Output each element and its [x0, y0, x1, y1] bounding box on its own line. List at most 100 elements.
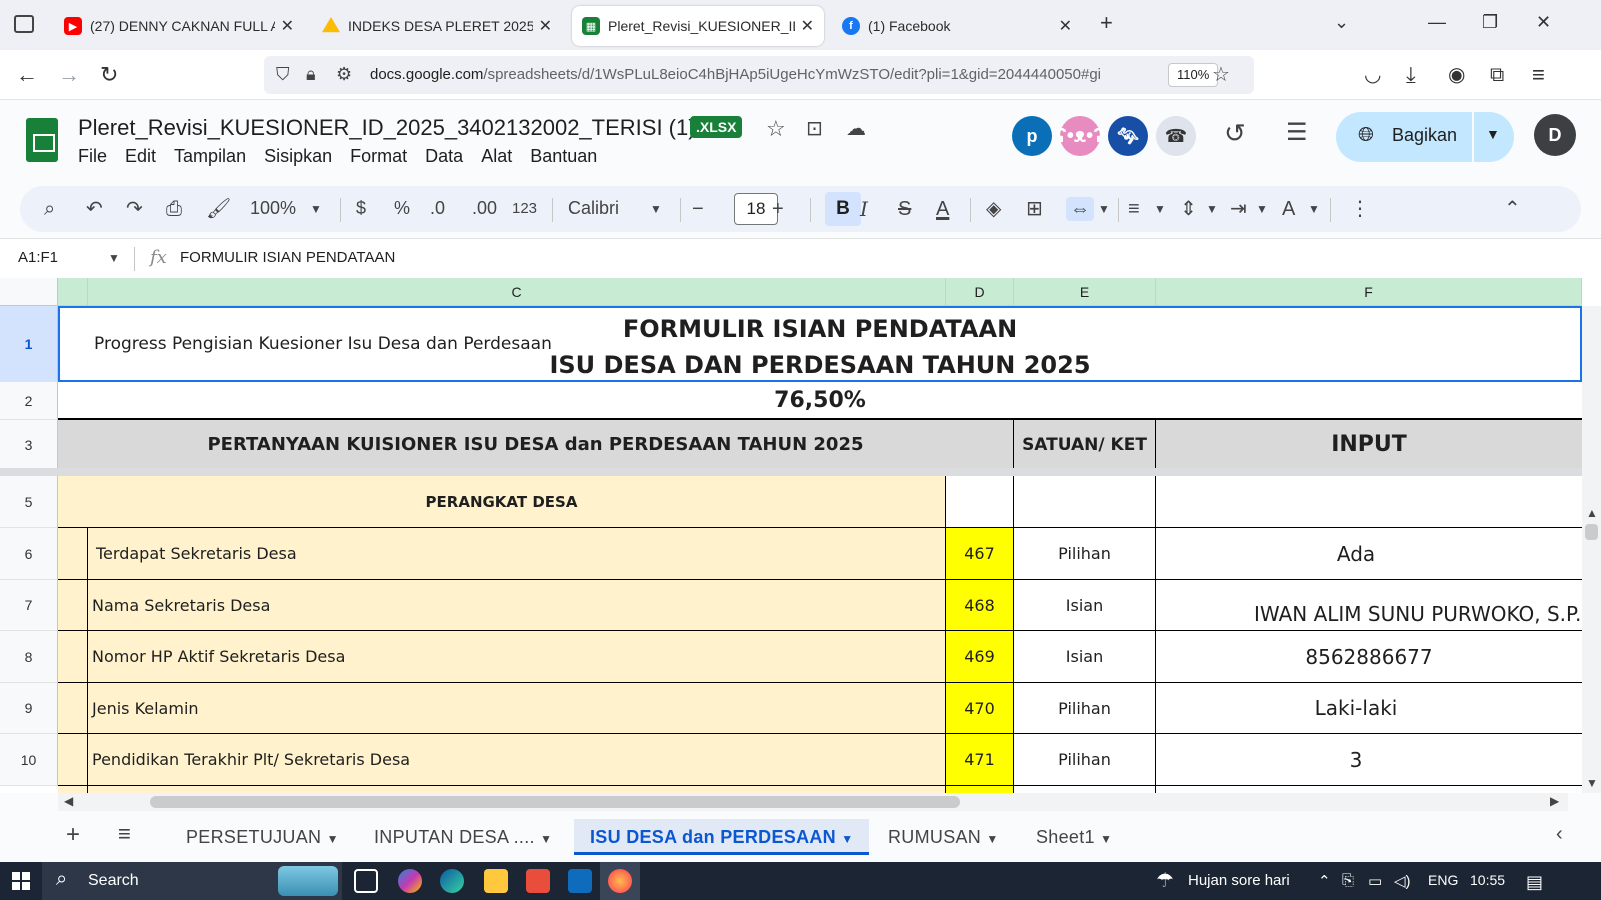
- progress-label-cell[interactable]: Progress Pengisian Kuesioner Isu Desa da…: [94, 306, 564, 382]
- column-header-hidden[interactable]: [58, 278, 88, 306]
- sheet-tab-inputan-desa[interactable]: INPUTAN DESA .... ▼: [358, 819, 568, 855]
- column-header-e[interactable]: E: [1014, 278, 1156, 306]
- forward-arrow-icon[interactable]: →: [58, 62, 80, 88]
- currency-format-button[interactable]: $: [356, 198, 366, 219]
- menu-view[interactable]: Tampilan: [174, 146, 246, 167]
- increase-decimal-button[interactable]: .00: [472, 198, 497, 219]
- new-tab-button[interactable]: +: [1100, 10, 1113, 36]
- name-box[interactable]: A1:F1: [18, 249, 58, 266]
- borders-icon[interactable]: ⊞: [1026, 197, 1043, 221]
- collaborator-avatar[interactable]: ʕ•ᴥ•ʔ: [1056, 116, 1104, 156]
- menu-edit[interactable]: Edit: [125, 146, 156, 167]
- user-avatar[interactable]: D: [1534, 114, 1576, 156]
- sheet-menu-icon[interactable]: ▼: [1100, 832, 1112, 846]
- download-icon[interactable]: ⤓: [1406, 62, 1416, 88]
- section-cell[interactable]: PERANGKAT DESA: [58, 476, 946, 528]
- horizontal-align-icon[interactable]: ≡: [1128, 197, 1140, 221]
- pocket-icon[interactable]: ◡: [1364, 62, 1381, 88]
- grid-cell[interactable]: [1014, 476, 1156, 528]
- vertical-align-icon[interactable]: ⇕: [1180, 197, 1197, 221]
- weather-text[interactable]: Hujan sore hari: [1188, 872, 1290, 889]
- tab-list-chevron-icon[interactable]: ⌄: [1334, 12, 1349, 33]
- input-cell[interactable]: IWAN ALIM SUNU PURWOKO, S.P.: [1156, 580, 1582, 631]
- menu-data[interactable]: Data: [425, 146, 463, 167]
- unit-cell[interactable]: Pilihan: [1014, 683, 1156, 734]
- vertical-scrollbar[interactable]: ▲ ▼: [1582, 306, 1601, 793]
- input-cell[interactable]: Laki-laki: [1156, 683, 1582, 734]
- menu-file[interactable]: File: [78, 146, 107, 167]
- column-header-d[interactable]: D: [946, 278, 1014, 306]
- row-header-1[interactable]: 1: [0, 306, 58, 382]
- column-header-f[interactable]: F: [1156, 278, 1582, 306]
- align-dropdown-icon[interactable]: ▼: [1154, 202, 1166, 216]
- scroll-down-icon[interactable]: ▼: [1586, 776, 1598, 790]
- browser-tab-sheets[interactable]: ▦ Pleret_Revisi_KUESIONER_ID_20 ✕: [572, 6, 824, 46]
- question-cell[interactable]: Jenis Kelamin: [88, 683, 946, 734]
- rotation-dropdown-icon[interactable]: ▼: [1308, 202, 1320, 216]
- unit-cell[interactable]: Pilihan: [1014, 734, 1156, 786]
- copilot-icon[interactable]: [398, 869, 422, 893]
- merge-dropdown-icon[interactable]: ▼: [1098, 202, 1110, 216]
- lock-icon[interactable]: 🔒︎: [306, 64, 316, 85]
- grid-cell[interactable]: [1156, 476, 1582, 528]
- row-header-5[interactable]: 5: [0, 476, 58, 528]
- scroll-left-icon[interactable]: ◀: [64, 794, 73, 808]
- file-explorer-icon[interactable]: [484, 869, 508, 893]
- code-cell[interactable]: 467: [946, 528, 1014, 580]
- close-window-button[interactable]: ✕: [1536, 12, 1551, 33]
- redo-icon[interactable]: ↷: [126, 197, 143, 221]
- text-color-button[interactable]: A: [936, 197, 949, 221]
- sheets-logo-icon[interactable]: [26, 118, 58, 162]
- scroll-right-icon[interactable]: ▶: [1550, 794, 1559, 808]
- unit-cell[interactable]: Pilihan: [1014, 528, 1156, 580]
- browser-tab-drive[interactable]: INDEKS DESA PLERET 2025 - Go ✕: [312, 6, 562, 46]
- browser-tab-facebook[interactable]: f (1) Facebook ✕: [832, 6, 1082, 46]
- text-rotation-icon[interactable]: A: [1282, 197, 1295, 221]
- row-header-2[interactable]: 2: [0, 382, 58, 420]
- font-dropdown-icon[interactable]: ▼: [650, 202, 662, 216]
- percent-format-button[interactable]: %: [394, 198, 410, 219]
- sheet-tab-isu-desa[interactable]: ISU DESA dan PERDESAAN ▼: [574, 819, 870, 855]
- sheet-tab-rumusan[interactable]: RUMUSAN ▼: [872, 819, 1015, 855]
- row-header-3[interactable]: 3: [0, 420, 58, 470]
- scroll-up-icon[interactable]: ▲: [1586, 506, 1598, 520]
- unit-cell[interactable]: Isian: [1014, 631, 1156, 683]
- menu-help[interactable]: Bantuan: [530, 146, 597, 167]
- italic-button[interactable]: I: [860, 197, 868, 221]
- sheet-menu-icon[interactable]: ▼: [841, 832, 853, 846]
- windows-start-icon[interactable]: [12, 872, 30, 890]
- increase-font-size-icon[interactable]: +: [772, 197, 784, 221]
- restore-button[interactable]: ❐: [1482, 12, 1498, 33]
- share-dropdown-icon[interactable]: ▼: [1486, 126, 1500, 142]
- bookmark-star-icon[interactable]: ☆: [1212, 62, 1230, 87]
- row-header-10[interactable]: 10: [0, 734, 58, 786]
- sheet-menu-icon[interactable]: ▼: [986, 832, 998, 846]
- menu-icon[interactable]: ≡: [1532, 62, 1545, 88]
- code-cell[interactable]: 470: [946, 683, 1014, 734]
- cloud-status-icon[interactable]: ☁︎: [846, 116, 866, 141]
- grid-cell[interactable]: [946, 476, 1014, 528]
- back-arrow-icon[interactable]: ←: [16, 62, 38, 88]
- share-button[interactable]: 🌐︎ Bagikan ▼: [1336, 112, 1514, 162]
- form-title-line1[interactable]: FORMULIR ISIAN PENDATAAN: [560, 312, 1080, 346]
- question-cell[interactable]: Terdapat Sekretaris Desa: [88, 528, 946, 580]
- question-cell[interactable]: Nomor HP Aktif Sekretaris Desa: [88, 631, 946, 683]
- network-icon[interactable]: ▭: [1368, 872, 1382, 890]
- sheet-tab-persetujuan[interactable]: PERSETUJUAN ▼: [170, 819, 355, 855]
- hidden-rows-indicator[interactable]: [0, 468, 58, 476]
- extensions-icon[interactable]: ⧉: [1490, 62, 1504, 88]
- merge-cells-icon[interactable]: ⇔: [1066, 197, 1094, 221]
- strikethrough-button[interactable]: S: [898, 197, 911, 221]
- collaborator-avatar[interactable]: p: [1012, 116, 1052, 156]
- task-view-icon[interactable]: [354, 869, 378, 893]
- meet-now-icon[interactable]: ⎘: [1342, 872, 1354, 889]
- firefox-taskbar-item[interactable]: [600, 862, 640, 900]
- horizontal-scrollbar[interactable]: ◀ ▶: [58, 793, 1568, 811]
- number-format-button[interactable]: 123: [512, 200, 537, 217]
- volume-icon[interactable]: ◁): [1394, 872, 1411, 890]
- header-unit-cell[interactable]: SATUAN/ KET: [1014, 420, 1156, 470]
- column-header-c[interactable]: C: [88, 278, 946, 306]
- weather-icon[interactable]: ☂: [1156, 868, 1174, 893]
- name-box-dropdown-icon[interactable]: ▼: [108, 251, 120, 265]
- unit-cell[interactable]: Isian: [1014, 580, 1156, 631]
